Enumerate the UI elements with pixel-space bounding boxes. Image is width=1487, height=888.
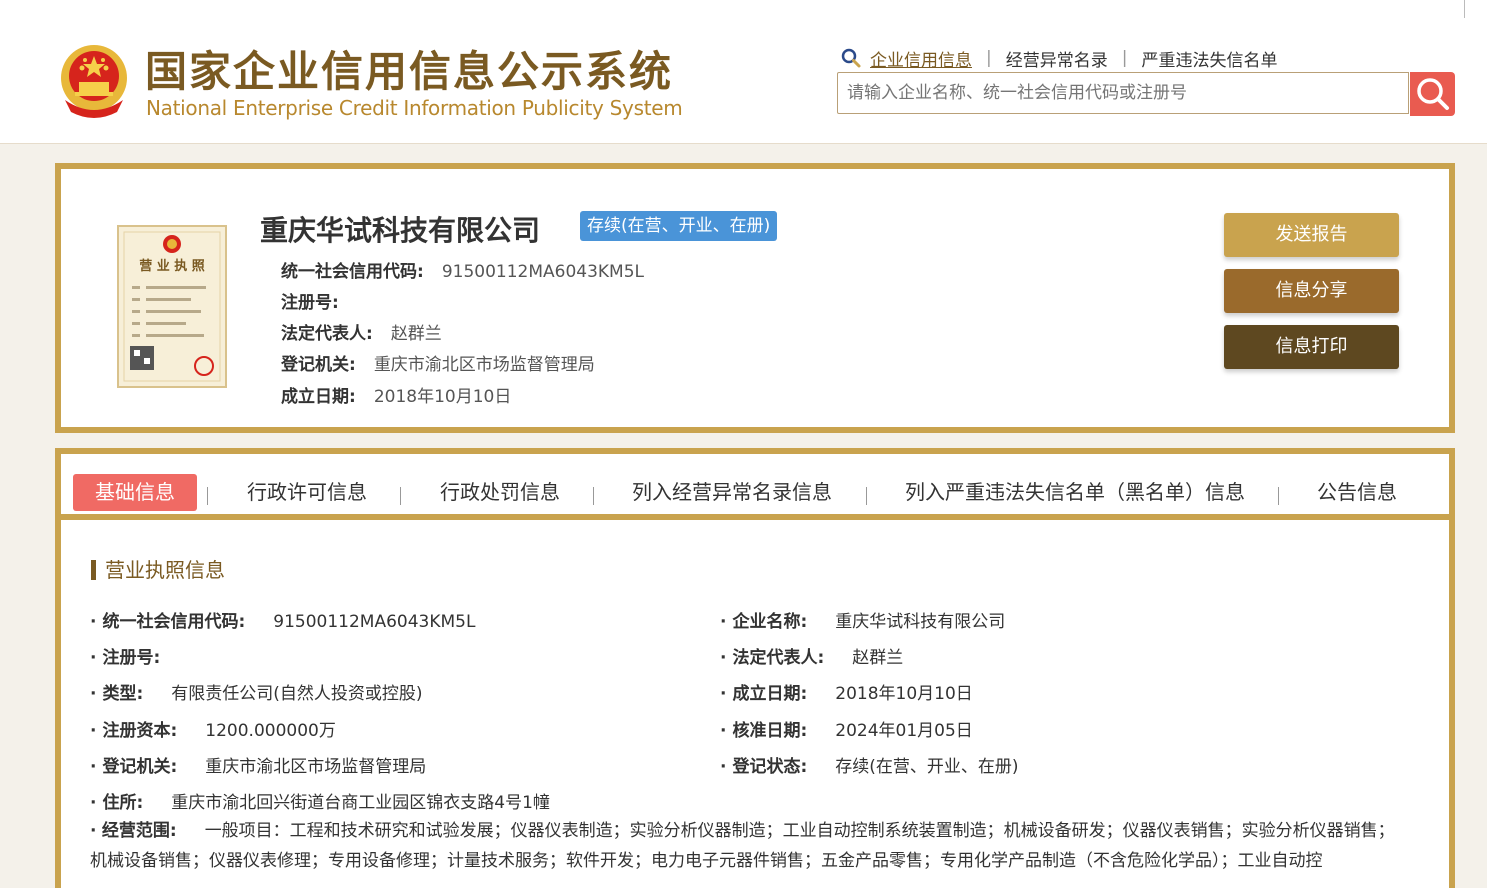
detail-address: · 住所: 重庆市渝北回兴街道台商工业园区锦衣支路4号1幢 <box>90 793 550 813</box>
field-value: 重庆华试科技有限公司 <box>835 612 1006 632</box>
business-license-thumbnail[interactable]: 营 业 执 照 <box>116 224 228 389</box>
field-value: 有限责任公司(自然人投资或控股) <box>171 684 423 704</box>
tab-separator <box>1278 487 1279 505</box>
detail-approval-date: · 核准日期: 2024年01月05日 <box>720 721 973 741</box>
summary-reg-number: 注册号: <box>281 288 357 313</box>
field-label: 核准日期: <box>732 721 808 741</box>
field-value: 重庆市渝北回兴街道台商工业园区锦衣支路4号1幢 <box>171 793 550 813</box>
detail-reg-capital: · 注册资本: 1200.000000万 <box>90 721 336 741</box>
field-value: 2018年10月10日 <box>373 387 512 407</box>
field-value: 存续(在营、开业、在册) <box>835 757 1019 777</box>
site-header: 国家企业信用信息公示系统 National Enterprise Credit … <box>0 0 1487 144</box>
detail-reg-number: · 注册号: <box>90 648 161 668</box>
summary-credit-code: 统一社会信用代码: 91500112MA6043KM5L <box>281 257 644 282</box>
search-icon <box>1417 78 1449 110</box>
field-value: 一般项目：工程和技术研究和试验发展；仪器仪表制造；实验分析仪器制造；工业自动控制… <box>90 821 1395 871</box>
site-title: 国家企业信用信息公示系统 <box>145 47 674 96</box>
field-label: 登记机关: <box>102 757 178 777</box>
tab-abnormal-list[interactable]: 列入经营异常名录信息 <box>632 474 832 511</box>
field-label: 类型: <box>102 684 144 704</box>
status-badge: 存续(在营、开业、在册) <box>580 211 778 241</box>
field-label: 企业名称: <box>732 612 808 632</box>
detail-type: · 类型: 有限责任公司(自然人投资或控股) <box>90 684 423 704</box>
field-label: 住所: <box>102 793 144 813</box>
company-summary-card: 营 业 执 照 重庆华试科技有限公司 存续(在营、开业、在册) 统一社会信用代码… <box>55 163 1455 433</box>
field-value: 91500112MA6043KM5L <box>273 612 476 632</box>
field-label: 统一社会信用代码: <box>102 612 246 632</box>
section-title: 营业执照信息 <box>91 560 225 580</box>
print-info-button[interactable]: 信息打印 <box>1224 325 1399 369</box>
tab-blacklist[interactable]: 列入严重违法失信名单（黑名单）信息 <box>905 474 1245 511</box>
field-value: 赵群兰 <box>852 648 904 668</box>
field-label: 登记机关: <box>281 355 356 375</box>
search-button[interactable] <box>1410 72 1455 116</box>
site-subtitle: National Enterprise Credit Information P… <box>146 96 683 120</box>
detail-authority: · 登记机关: 重庆市渝北区市场监督管理局 <box>90 757 427 777</box>
tab-bar: 基础信息 行政许可信息 行政处罚信息 列入经营异常名录信息 列入严重违法失信名单… <box>61 454 1449 520</box>
tab-basic-info[interactable]: 基础信息 <box>73 474 197 511</box>
nav-link-blacklist[interactable]: 严重违法失信名单 <box>1127 46 1291 71</box>
tab-separator <box>866 487 867 505</box>
top-nav: 企业信用信息 | 经营异常名录 | 严重违法失信名单 <box>840 45 1291 71</box>
field-label: 法定代表人: <box>281 324 373 344</box>
field-label: 登记状态: <box>732 757 808 777</box>
tab-separator <box>593 487 594 505</box>
company-name: 重庆华试科技有限公司 <box>260 214 541 247</box>
field-label: 注册资本: <box>102 721 178 741</box>
nav-link-credit-info[interactable]: 企业信用信息 <box>870 46 986 71</box>
share-info-button[interactable]: 信息分享 <box>1224 269 1399 313</box>
field-value: 91500112MA6043KM5L <box>441 262 645 282</box>
field-value: 重庆市渝北区市场监督管理局 <box>373 355 595 375</box>
field-label: 成立日期: <box>732 684 808 704</box>
license-title: 营 业 执 照 <box>139 258 205 274</box>
summary-established: 成立日期: 2018年10月10日 <box>281 382 511 407</box>
business-scope: · 经营范围: 一般项目：工程和技术研究和试验发展；仪器仪表制造；实验分析仪器制造… <box>90 821 1395 871</box>
tab-admin-license[interactable]: 行政许可信息 <box>247 474 367 511</box>
search-input[interactable] <box>837 72 1409 114</box>
field-value: 重庆市渝北区市场监督管理局 <box>205 757 427 777</box>
window-edge <box>1464 0 1465 18</box>
detail-company-name: · 企业名称: 重庆华试科技有限公司 <box>720 612 1006 632</box>
field-value: 1200.000000万 <box>205 721 336 741</box>
detail-panel: 基础信息 行政许可信息 行政处罚信息 列入经营异常名录信息 列入严重违法失信名单… <box>55 448 1455 888</box>
detail-established: · 成立日期: 2018年10月10日 <box>720 684 973 704</box>
detail-credit-code: · 统一社会信用代码: 91500112MA6043KM5L <box>90 612 476 632</box>
field-label: 成立日期: <box>281 387 356 407</box>
tab-announcements[interactable]: 公告信息 <box>1317 474 1397 511</box>
national-emblem-icon <box>61 45 127 118</box>
detail-legal-rep: · 法定代表人: 赵群兰 <box>720 648 904 668</box>
field-label: 注册号: <box>102 648 161 668</box>
nav-link-abnormal-list[interactable]: 经营异常名录 <box>992 46 1122 71</box>
summary-legal-rep: 法定代表人: 赵群兰 <box>281 319 442 344</box>
field-value: 2018年10月10日 <box>835 684 973 704</box>
field-value: 赵群兰 <box>390 324 442 344</box>
tab-separator <box>207 487 208 505</box>
field-label: 经营范围: <box>101 821 177 841</box>
field-label: 统一社会信用代码: <box>281 262 424 282</box>
tab-admin-penalty[interactable]: 行政处罚信息 <box>440 474 560 511</box>
send-report-button[interactable]: 发送报告 <box>1224 213 1399 257</box>
field-label: 注册号: <box>281 293 339 313</box>
field-value: 2024年01月05日 <box>835 721 973 741</box>
summary-authority: 登记机关: 重庆市渝北区市场监督管理局 <box>281 350 595 375</box>
field-label: 法定代表人: <box>732 648 825 668</box>
tab-separator <box>400 487 401 505</box>
magnifier-icon <box>841 48 861 68</box>
detail-reg-status: · 登记状态: 存续(在营、开业、在册) <box>720 757 1019 777</box>
